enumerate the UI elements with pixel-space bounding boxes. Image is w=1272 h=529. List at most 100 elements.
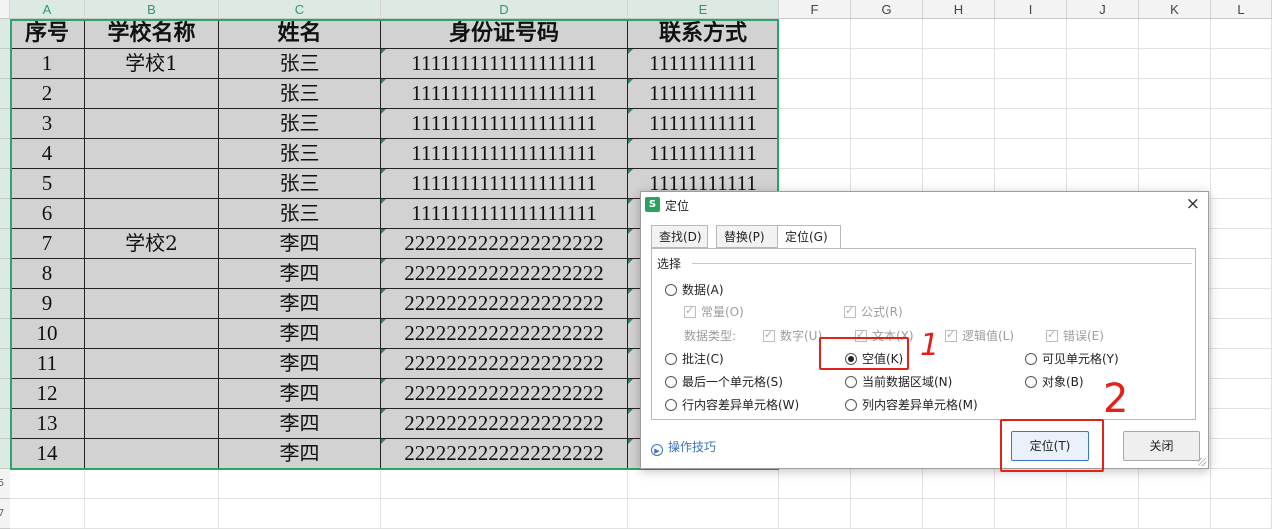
table-cell[interactable] <box>85 199 219 229</box>
row-header[interactable] <box>0 289 10 319</box>
table-cell[interactable]: 张三 <box>219 49 381 79</box>
empty-cell[interactable] <box>779 139 851 169</box>
table-cell[interactable]: 13 <box>10 409 85 439</box>
row-header[interactable] <box>0 319 10 349</box>
row-header[interactable] <box>0 79 10 109</box>
table-cell[interactable]: 李四 <box>219 349 381 379</box>
table-cell[interactable]: 1111111111111111111 <box>381 139 628 169</box>
radio-icon[interactable] <box>845 399 857 411</box>
row-header[interactable] <box>0 349 10 379</box>
empty-cell[interactable] <box>779 469 851 499</box>
table-cell[interactable]: 2222222222222222222 <box>381 229 628 259</box>
table-cell[interactable]: 1111111111111111111 <box>381 49 628 79</box>
empty-cell[interactable] <box>779 79 851 109</box>
radio-icon[interactable] <box>665 399 677 411</box>
row-header[interactable] <box>0 49 10 79</box>
empty-cell[interactable] <box>1067 499 1139 529</box>
table-cell[interactable]: 2222222222222222222 <box>381 319 628 349</box>
table-cell[interactable]: 10 <box>10 319 85 349</box>
option-number[interactable]: 数字(U) <box>763 328 822 343</box>
empty-cell[interactable] <box>995 499 1067 529</box>
table-cell[interactable]: 4 <box>10 139 85 169</box>
table-cell[interactable]: 2222222222222222222 <box>381 289 628 319</box>
row-header[interactable] <box>0 199 10 229</box>
empty-cell[interactable] <box>1211 109 1272 139</box>
row-header[interactable] <box>0 169 10 199</box>
column-header-j[interactable]: J <box>1067 0 1139 19</box>
empty-cell[interactable] <box>779 49 851 79</box>
table-cell[interactable]: 张三 <box>219 199 381 229</box>
column-header-l[interactable]: L <box>1211 0 1272 19</box>
radio-icon[interactable] <box>845 376 857 388</box>
table-cell[interactable]: 李四 <box>219 439 381 469</box>
empty-cell[interactable] <box>851 469 923 499</box>
empty-cell[interactable] <box>381 499 628 529</box>
close-icon[interactable]: × <box>1186 194 1200 214</box>
column-header-h[interactable]: H <box>923 0 995 19</box>
header-cell[interactable]: 联系方式 <box>628 19 779 49</box>
option-formulas[interactable]: 公式(R) <box>844 304 903 319</box>
table-cell[interactable]: 1111111111111111111 <box>381 79 628 109</box>
row-header[interactable] <box>0 439 10 469</box>
table-cell[interactable]: 张三 <box>219 169 381 199</box>
radio-icon[interactable] <box>665 353 677 365</box>
empty-cell[interactable] <box>779 109 851 139</box>
empty-cell[interactable] <box>923 499 995 529</box>
table-cell[interactable] <box>85 79 219 109</box>
table-cell[interactable]: 李四 <box>219 319 381 349</box>
empty-cell[interactable] <box>628 499 779 529</box>
table-cell[interactable]: 5 <box>10 169 85 199</box>
table-cell[interactable]: 张三 <box>219 109 381 139</box>
table-cell[interactable]: 李四 <box>219 259 381 289</box>
empty-cell[interactable] <box>851 19 923 49</box>
checkbox-icon[interactable] <box>945 328 957 342</box>
radio-icon[interactable] <box>665 376 677 388</box>
empty-cell[interactable] <box>1211 379 1272 409</box>
table-cell[interactable]: 学校2 <box>85 229 219 259</box>
empty-cell[interactable] <box>995 19 1067 49</box>
empty-cell[interactable] <box>1211 19 1272 49</box>
row-header[interactable]: 7 <box>0 499 10 529</box>
table-cell[interactable]: 8 <box>10 259 85 289</box>
table-cell[interactable]: 12 <box>10 379 85 409</box>
checkbox-icon[interactable] <box>684 304 696 318</box>
empty-cell[interactable] <box>851 79 923 109</box>
tab-replace[interactable]: 替换(P) <box>716 225 778 248</box>
table-cell[interactable] <box>85 169 219 199</box>
empty-cell[interactable] <box>1139 19 1211 49</box>
row-header[interactable] <box>0 19 10 49</box>
empty-cell[interactable] <box>1139 499 1211 529</box>
table-cell[interactable]: 1111111111111111111 <box>381 109 628 139</box>
option-constants[interactable]: 常量(O) <box>684 304 744 319</box>
table-cell[interactable] <box>85 319 219 349</box>
column-header-f[interactable]: F <box>779 0 851 19</box>
option-error[interactable]: 错误(E) <box>1046 328 1104 343</box>
table-cell[interactable]: 李四 <box>219 229 381 259</box>
header-cell[interactable]: 序号 <box>10 19 85 49</box>
table-cell[interactable] <box>85 289 219 319</box>
option-row-differences[interactable]: 行内容差异单元格(W) <box>665 398 799 412</box>
table-cell[interactable] <box>85 379 219 409</box>
header-cell[interactable]: 姓名 <box>219 19 381 49</box>
table-cell[interactable] <box>85 109 219 139</box>
column-header-k[interactable]: K <box>1139 0 1211 19</box>
empty-cell[interactable] <box>851 139 923 169</box>
empty-cell[interactable] <box>10 469 85 499</box>
table-cell[interactable] <box>85 349 219 379</box>
table-cell[interactable]: 2 <box>10 79 85 109</box>
row-header[interactable] <box>0 259 10 289</box>
empty-cell[interactable] <box>628 469 779 499</box>
radio-icon[interactable] <box>1025 376 1037 388</box>
empty-cell[interactable] <box>1067 19 1139 49</box>
row-header[interactable] <box>0 139 10 169</box>
column-header-g[interactable]: G <box>851 0 923 19</box>
table-cell[interactable]: 3 <box>10 109 85 139</box>
column-header-d[interactable]: D <box>381 0 628 19</box>
tab-goto[interactable]: 定位(G) <box>777 225 841 249</box>
empty-cell[interactable] <box>85 469 219 499</box>
empty-cell[interactable] <box>995 109 1067 139</box>
table-cell[interactable]: 2222222222222222222 <box>381 409 628 439</box>
table-cell[interactable] <box>85 439 219 469</box>
empty-cell[interactable] <box>1067 469 1139 499</box>
empty-cell[interactable] <box>85 499 219 529</box>
